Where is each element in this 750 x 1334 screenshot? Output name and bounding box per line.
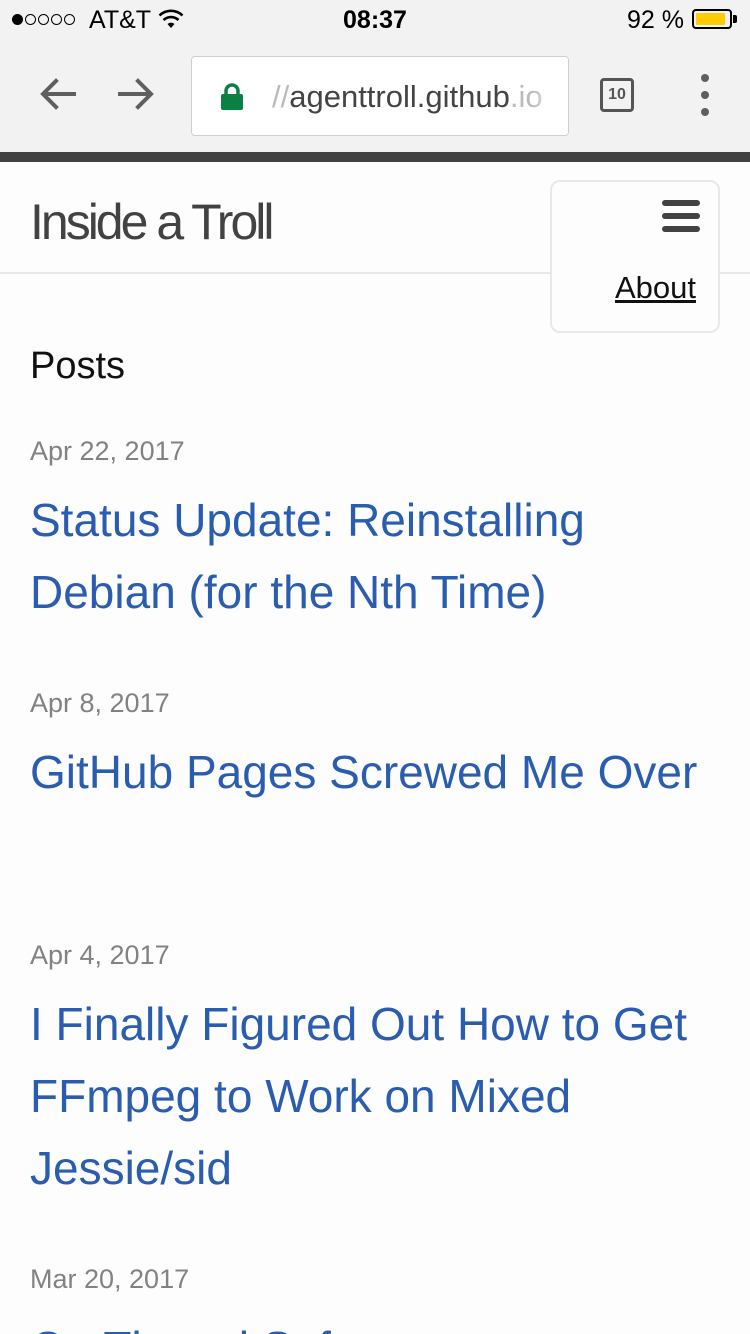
browser-divider — [0, 152, 750, 162]
nav-menu: About — [550, 180, 720, 333]
post-item: Apr 4, 2017 I Finally Figured Out How to… — [30, 940, 730, 1204]
arrow-right-icon — [118, 78, 154, 110]
status-bar: AT&T 08:37 92 % — [0, 0, 750, 40]
url-fade — [532, 57, 568, 135]
url-scheme: // — [272, 79, 290, 114]
site-title[interactable]: Inside a Troll — [30, 194, 274, 250]
arrow-left-icon — [40, 78, 76, 110]
screen: AT&T 08:37 92 % //agenttroll.github.io 1… — [0, 0, 750, 1334]
post-date: Mar 20, 2017 — [30, 1264, 190, 1294]
battery-level — [696, 13, 726, 25]
nav-link-about[interactable]: About — [615, 270, 696, 306]
browser-toolbar: //agenttroll.github.io 10 — [0, 40, 750, 152]
back-button[interactable] — [36, 72, 80, 116]
url-host: agenttroll.github — [289, 79, 510, 114]
battery-icon — [692, 9, 738, 29]
post-item: Apr 8, 2017 GitHub Pages Screwed Me Over — [30, 688, 730, 808]
url-text: //agenttroll.github.io — [272, 79, 543, 115]
post-date: Apr 4, 2017 — [30, 940, 170, 970]
post-date: Apr 8, 2017 — [30, 688, 170, 718]
more-options-icon[interactable] — [690, 74, 720, 116]
lock-icon — [221, 83, 243, 110]
post-title-link[interactable]: I Finally Figured Out How to Get FFmpeg … — [30, 988, 730, 1204]
post-title-link[interactable]: On Thread Safety — [30, 1312, 730, 1334]
post-title-link[interactable]: GitHub Pages Screwed Me Over — [30, 736, 730, 808]
post-item: Mar 20, 2017 On Thread Safety — [30, 1264, 730, 1334]
address-bar[interactable]: //agenttroll.github.io — [191, 56, 569, 136]
hamburger-menu-icon[interactable] — [662, 200, 700, 232]
post-item: Apr 22, 2017 Status Update: Reinstalling… — [30, 436, 730, 628]
tab-switcher-button[interactable]: 10 — [600, 78, 634, 112]
forward-button[interactable] — [114, 72, 158, 116]
post-date: Apr 22, 2017 — [30, 436, 185, 466]
post-title-link[interactable]: Status Update: Reinstalling Debian (for … — [30, 484, 730, 628]
posts-heading: Posts — [30, 345, 126, 387]
battery-percentage: 92 % — [627, 6, 684, 34]
